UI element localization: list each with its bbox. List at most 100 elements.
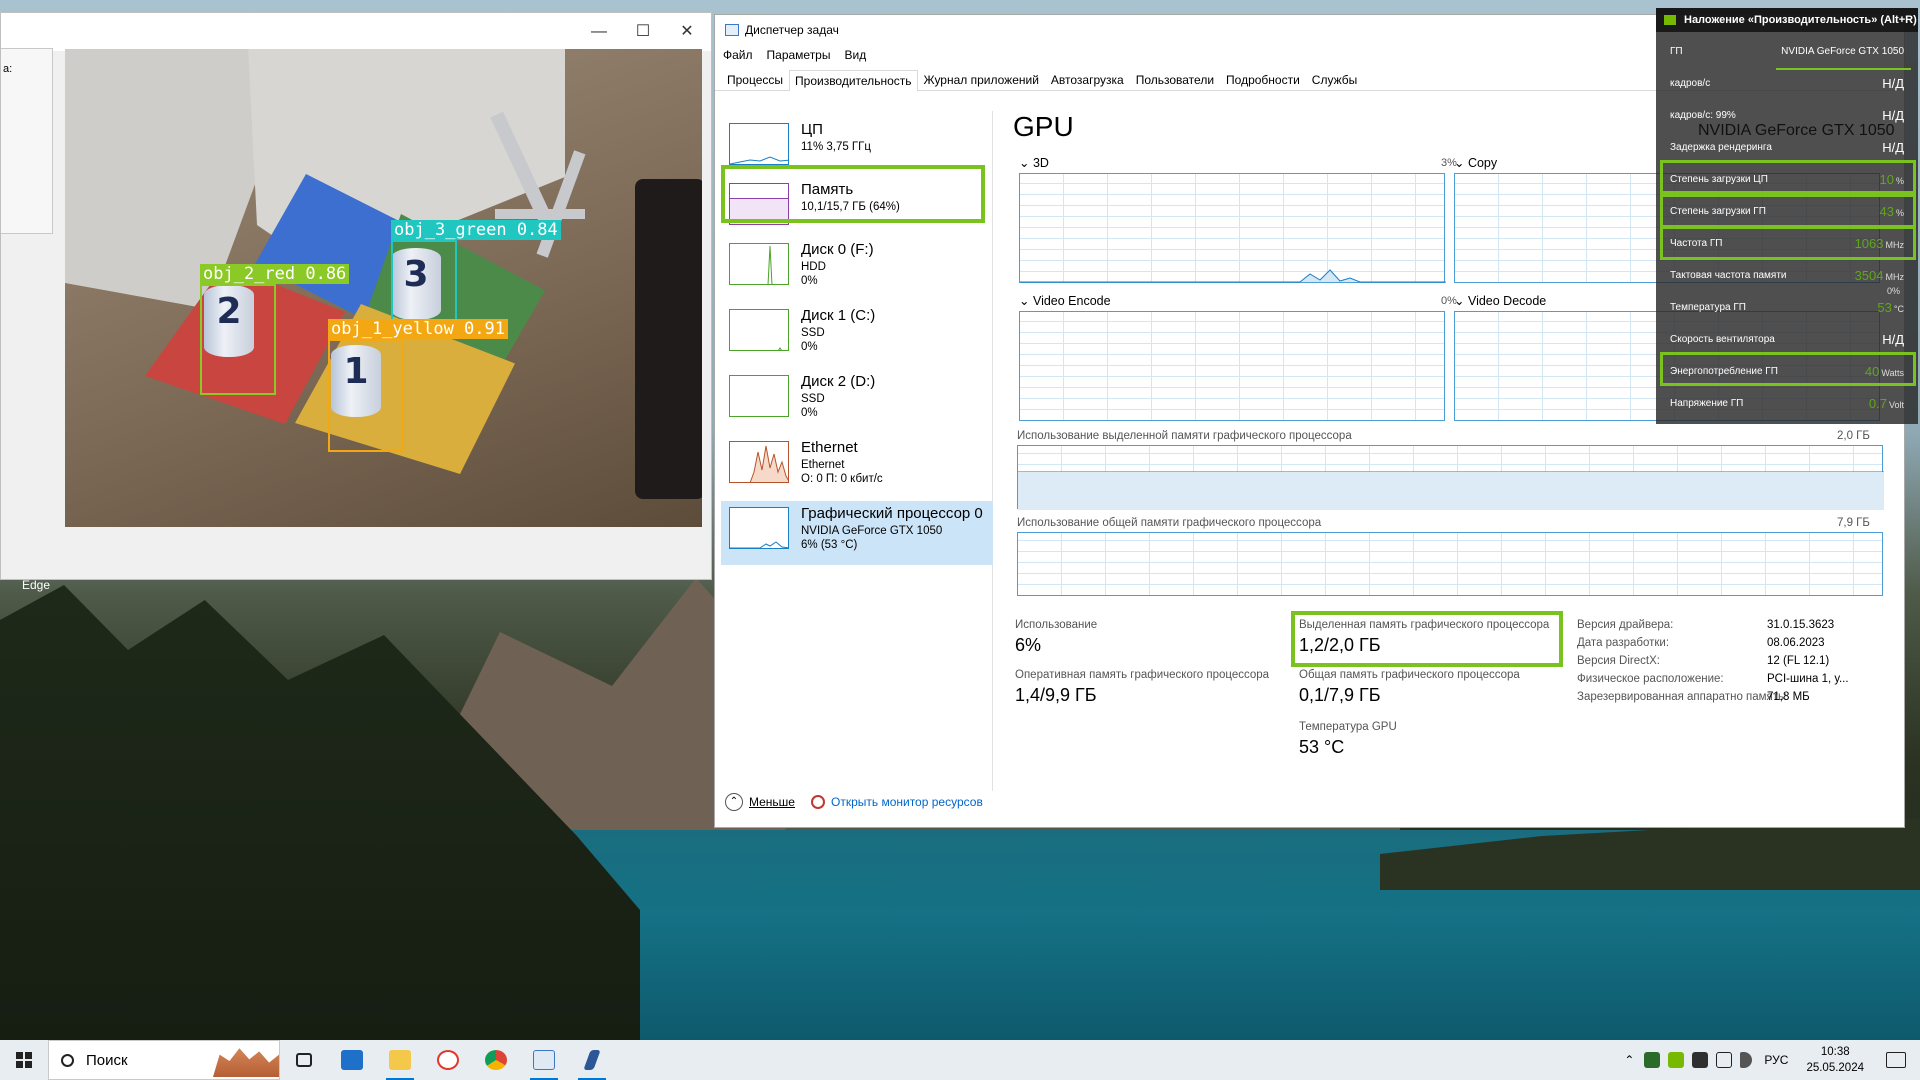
graph-label-3d[interactable]: ⌄ 3D bbox=[1019, 155, 1049, 170]
security-icon[interactable] bbox=[1644, 1052, 1661, 1068]
taskbar-search-box[interactable]: Поиск bbox=[48, 1040, 280, 1080]
yandex-icon bbox=[437, 1050, 459, 1070]
camera-window[interactable]: — ☐ ✕ а: 3 2 1 obj_3_green 0.84 obj_2_re… bbox=[0, 12, 712, 580]
shared-max: 7,9 ГБ bbox=[1837, 517, 1870, 529]
reserved-memory-value: 71,8 МБ bbox=[1767, 691, 1810, 703]
clock[interactable]: 10:38 25.05.2024 bbox=[1806, 1044, 1864, 1076]
gpu-temp-value: 53 °C bbox=[1299, 737, 1345, 757]
minimize-button[interactable]: — bbox=[579, 21, 619, 43]
close-button[interactable]: ✕ bbox=[667, 21, 707, 43]
camera-feed-image: 3 2 1 obj_3_green 0.84 obj_2_red 0.86 ob… bbox=[65, 49, 702, 527]
overlay-title: Наложение «Производительность» (Alt+R) bbox=[1684, 14, 1917, 26]
detection-box-yellow bbox=[328, 339, 404, 452]
robot-arm bbox=[485, 69, 702, 499]
task-view-icon bbox=[296, 1053, 312, 1067]
start-button[interactable] bbox=[0, 1040, 48, 1080]
network-icon[interactable] bbox=[1716, 1052, 1733, 1068]
detection-box-red bbox=[200, 284, 276, 395]
notification-icon[interactable] bbox=[1886, 1052, 1906, 1068]
fewer-details-link[interactable]: Меньше bbox=[749, 795, 795, 809]
disk-mini-graph bbox=[729, 375, 789, 417]
desktop-icon-label[interactable]: Edge bbox=[22, 578, 50, 592]
folder-icon bbox=[389, 1050, 411, 1070]
tab-performance[interactable]: Производительность bbox=[789, 70, 918, 91]
graph-3d bbox=[1019, 173, 1446, 283]
camera-side-panel: а: bbox=[1, 48, 53, 234]
robot-arm-segment bbox=[495, 209, 585, 219]
task-view-button[interactable] bbox=[280, 1040, 328, 1080]
dedicated-usage-label: Использование выделенной памяти графичес… bbox=[1017, 430, 1352, 442]
physical-location-value: PCI-шина 1, у... bbox=[1767, 673, 1849, 685]
tab-services[interactable]: Службы bbox=[1306, 69, 1363, 90]
tab-app-history[interactable]: Журнал приложений bbox=[918, 69, 1045, 90]
task-manager-footer: ⌃ Меньше Открыть монитор ресурсов bbox=[725, 793, 983, 811]
resource-item-ethernet[interactable]: Ethernet Ethernet О: 0 П: 0 кбит/с bbox=[721, 435, 993, 497]
driver-version-key: Версия драйвера: bbox=[1577, 619, 1674, 631]
driver-date-value: 08.06.2023 bbox=[1767, 637, 1825, 649]
highlight-gpu-clock bbox=[1660, 226, 1916, 260]
clock-date: 25.05.2024 bbox=[1806, 1062, 1864, 1074]
graph-label-copy[interactable]: ⌄ Copy bbox=[1454, 155, 1497, 170]
gpu-ram-value: 1,4/9,9 ГБ bbox=[1015, 685, 1097, 705]
menu-view[interactable]: Вид bbox=[844, 48, 866, 62]
chevron-up-icon[interactable]: ⌃ bbox=[1624, 1053, 1634, 1067]
resource-item-disk2[interactable]: Диск 2 (D:) SSD 0% bbox=[721, 369, 993, 431]
volume-icon[interactable] bbox=[1740, 1052, 1753, 1068]
overlay-row-gpu: ГП NVIDIA GeForce GTX 1050 bbox=[1670, 46, 1904, 57]
directx-key: Версия DirectX: bbox=[1577, 655, 1660, 667]
tab-processes[interactable]: Процессы bbox=[721, 69, 789, 90]
search-placeholder: Поиск bbox=[86, 1051, 128, 1069]
shared-mem-value: 0,1/7,9 ГБ bbox=[1299, 685, 1381, 705]
wallpaper-forest bbox=[0, 585, 640, 1060]
nvidia-performance-overlay: Наложение «Производительность» (Alt+R) Г… bbox=[1656, 8, 1918, 424]
resource-item-disk0[interactable]: Диск 0 (F:) HDD 0% bbox=[721, 237, 993, 299]
maximize-button[interactable]: ☐ bbox=[623, 21, 663, 43]
taskbar-yandex-browser[interactable] bbox=[424, 1040, 472, 1080]
taskbar: Поиск ⌃ РУС 10:38 25.05.2024 bbox=[0, 1040, 1920, 1080]
taskbar-python-app[interactable] bbox=[568, 1040, 616, 1080]
tab-startup[interactable]: Автозагрузка bbox=[1045, 69, 1130, 90]
chevron-up-icon[interactable]: ⌃ bbox=[725, 793, 743, 811]
search-highlight-image bbox=[213, 1048, 279, 1077]
robot-base bbox=[635, 179, 702, 499]
search-icon bbox=[61, 1053, 74, 1067]
tab-details[interactable]: Подробности bbox=[1220, 69, 1306, 90]
camera-window-titlebar[interactable]: — ☐ ✕ bbox=[1, 13, 711, 51]
tab-users[interactable]: Пользователи bbox=[1130, 69, 1220, 90]
app-tray-icon[interactable] bbox=[1692, 1052, 1709, 1068]
side-panel-label: а: bbox=[3, 63, 13, 75]
taskbar-task-manager[interactable] bbox=[520, 1040, 568, 1080]
driver-version-value: 31.0.15.3623 bbox=[1767, 619, 1835, 631]
taskbar-file-explorer[interactable] bbox=[376, 1040, 424, 1080]
overlay-row-gpu-voltage: Напряжение ГП 0.7 Volt bbox=[1670, 396, 1904, 411]
language-indicator[interactable]: РУС bbox=[1764, 1053, 1788, 1067]
menu-options[interactable]: Параметры bbox=[767, 48, 831, 62]
gpu-ram-label: Оперативная память графического процессо… bbox=[1015, 669, 1270, 681]
overlay-row-mem-clock: Тактовая частота памяти 3504 MHz bbox=[1670, 268, 1904, 283]
nvidia-icon[interactable] bbox=[1668, 1052, 1685, 1068]
windows-logo-icon bbox=[16, 1052, 32, 1068]
feather-icon bbox=[583, 1050, 601, 1070]
usage-value: 6% bbox=[1015, 635, 1042, 655]
task-manager-icon bbox=[725, 24, 739, 36]
taskbar-chrome[interactable] bbox=[472, 1040, 520, 1080]
graph-shared-memory bbox=[1017, 532, 1883, 596]
taskbar-store[interactable] bbox=[328, 1040, 376, 1080]
graph-label-video-decode[interactable]: ⌄ Video Decode bbox=[1454, 293, 1546, 308]
resource-item-disk1[interactable]: Диск 1 (C:) SSD 0% bbox=[721, 303, 993, 365]
resource-item-gpu0[interactable]: Графический процессор 0 NVIDIA GeForce G… bbox=[721, 501, 993, 565]
clock-time: 10:38 bbox=[1820, 1046, 1850, 1058]
highlight-gpu-load bbox=[1660, 194, 1916, 228]
disk-mini-graph bbox=[729, 243, 789, 285]
overlay-header: Наложение «Производительность» (Alt+R) bbox=[1656, 8, 1918, 32]
highlight-gpu-power bbox=[1660, 352, 1916, 386]
detection-label-red: obj_2_red 0.86 bbox=[200, 264, 350, 284]
overlay-row-gpu-temp: Температура ГП 53 °C bbox=[1670, 300, 1904, 315]
graph-dedicated-memory bbox=[1017, 445, 1884, 510]
disk-mini-graph bbox=[729, 309, 789, 351]
driver-date-key: Дата разработки: bbox=[1577, 637, 1670, 649]
menu-file[interactable]: Файл bbox=[723, 48, 753, 62]
graph-label-video-encode[interactable]: ⌄ Video Encode bbox=[1019, 293, 1111, 308]
task-manager-icon bbox=[533, 1050, 555, 1070]
open-resource-monitor-link[interactable]: Открыть монитор ресурсов bbox=[831, 795, 983, 809]
